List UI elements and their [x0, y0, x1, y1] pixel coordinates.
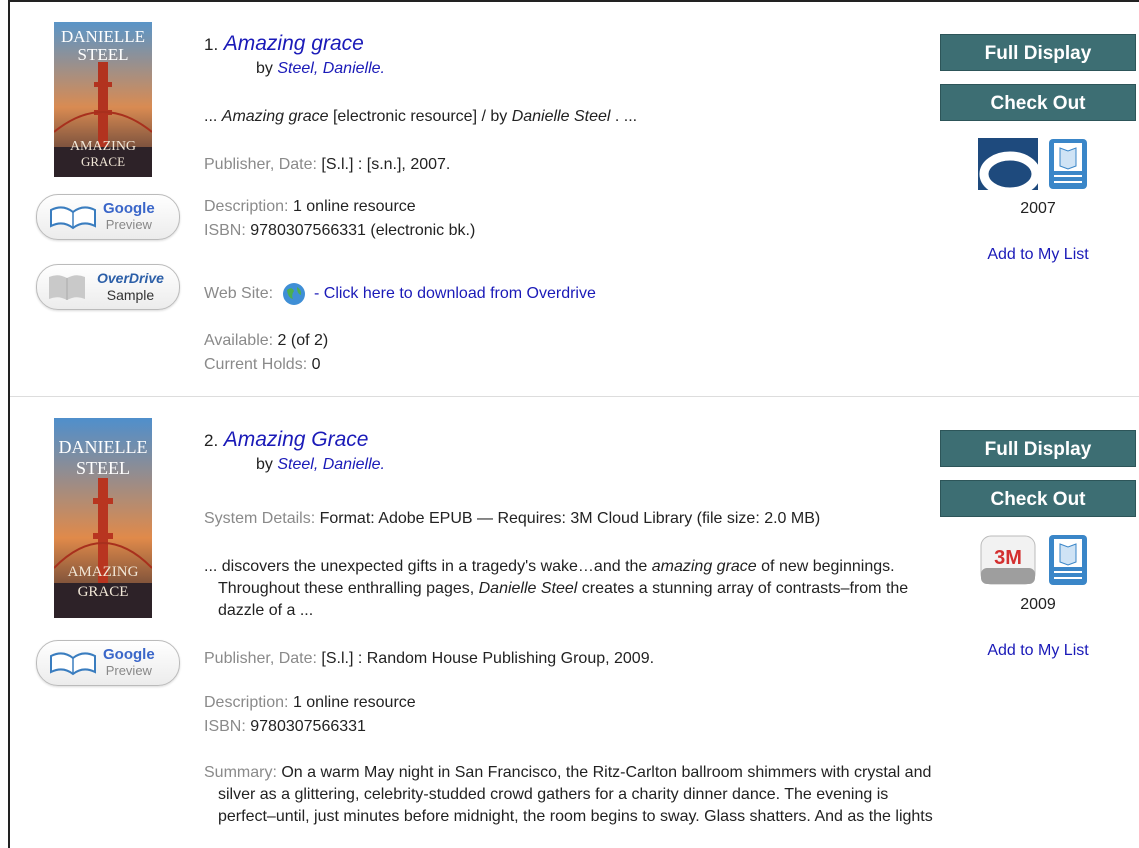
- snippet: ... Amazing grace [electronic resource] …: [204, 108, 638, 125]
- isbn-field: ISBN: 9780307566331 (electronic bk.): [204, 222, 476, 239]
- record-actions: Full Display Check Out 2007 Add to My Li…: [940, 34, 1136, 294]
- holds-field: Current Holds: 0: [204, 356, 321, 373]
- overdrive-sample-button[interactable]: OverDrive Sample: [36, 264, 180, 310]
- google-preview-button[interactable]: Google Preview: [36, 640, 180, 686]
- svg-text:STEEL: STEEL: [76, 458, 130, 478]
- full-display-button[interactable]: Full Display: [940, 34, 1136, 71]
- result-number: 2.: [204, 431, 219, 450]
- check-out-button[interactable]: Check Out: [940, 84, 1136, 121]
- open-book-icon: [50, 206, 96, 230]
- check-out-button[interactable]: Check Out: [940, 480, 1136, 517]
- globe-icon: [282, 283, 305, 305]
- search-result-2: DANIELLE STEEL AMAZING GRACE Google Prev…: [10, 398, 1139, 848]
- description-field: Description: 1 online resource: [204, 198, 416, 215]
- isbn-field: ISBN: 9780307566331: [204, 718, 366, 735]
- 3m-cloud-library-icon: 3M: [980, 535, 1036, 585]
- publisher-field: Publisher, Date: [S.l.] : [s.n.], 2007.: [204, 156, 451, 173]
- record-details: 2. Amazing Grace by Steel, Danielle.: [204, 428, 385, 473]
- book-cover-image[interactable]: DANIELLE STEEL AMAZING GRACE: [54, 22, 152, 177]
- book-cover-image[interactable]: DANIELLE STEEL AMAZING GRACE: [54, 418, 152, 618]
- search-result-1: DANIELLE STEEL AMAZING GRACE Google Prev…: [10, 2, 1139, 389]
- description-field: Description: 1 online resource: [204, 694, 416, 711]
- author-link[interactable]: Steel, Danielle.: [277, 456, 385, 473]
- author-link[interactable]: Steel, Danielle.: [277, 60, 385, 77]
- title-link[interactable]: Amazing Grace: [224, 428, 369, 451]
- summary-field: Summary: On a warm May night in San Fran…: [204, 764, 933, 825]
- add-to-my-list-link[interactable]: Add to My List: [940, 246, 1136, 264]
- available-field: Available: 2 (of 2): [204, 332, 329, 349]
- svg-text:3M: 3M: [994, 547, 1022, 569]
- snippet: ... discovers the unexpected gifts in a …: [204, 558, 909, 619]
- svg-text:STEEL: STEEL: [78, 45, 129, 64]
- svg-text:GRACE: GRACE: [78, 584, 129, 600]
- result-separator: [10, 388, 1139, 397]
- overdrive-logo-icon: [978, 138, 1041, 197]
- publication-year: 2009: [1020, 596, 1056, 613]
- book-icon: [49, 275, 85, 300]
- svg-text:GRACE: GRACE: [81, 154, 125, 169]
- system-details-field: System Details: Format: Adobe EPUB — Req…: [204, 510, 821, 527]
- svg-text:AMAZING: AMAZING: [70, 139, 136, 154]
- add-to-my-list-link[interactable]: Add to My List: [940, 642, 1136, 660]
- ebook-icon: [1049, 535, 1088, 585]
- title-link[interactable]: Amazing grace: [224, 32, 364, 55]
- record-details: 1. Amazing grace by Steel, Danielle.: [204, 32, 385, 77]
- record-actions: Full Display Check Out 3M 2009 Add to My…: [940, 430, 1136, 670]
- svg-text:DANIELLE: DANIELLE: [59, 437, 148, 457]
- publication-year: 2007: [1020, 200, 1056, 217]
- svg-text:DANIELLE: DANIELLE: [61, 27, 145, 46]
- overdrive-download-link[interactable]: - Click here to download from Overdrive: [314, 285, 596, 302]
- google-preview-button[interactable]: Google Preview: [36, 194, 180, 240]
- svg-text:AMAZING: AMAZING: [68, 564, 139, 580]
- publisher-field: Publisher, Date: [S.l.] : Random House P…: [204, 650, 655, 667]
- result-number: 1.: [204, 35, 219, 54]
- website-field: Web Site: - Click here to download from …: [204, 282, 934, 306]
- full-display-button[interactable]: Full Display: [940, 430, 1136, 467]
- open-book-icon: [50, 652, 96, 676]
- ebook-icon: [1049, 139, 1088, 189]
